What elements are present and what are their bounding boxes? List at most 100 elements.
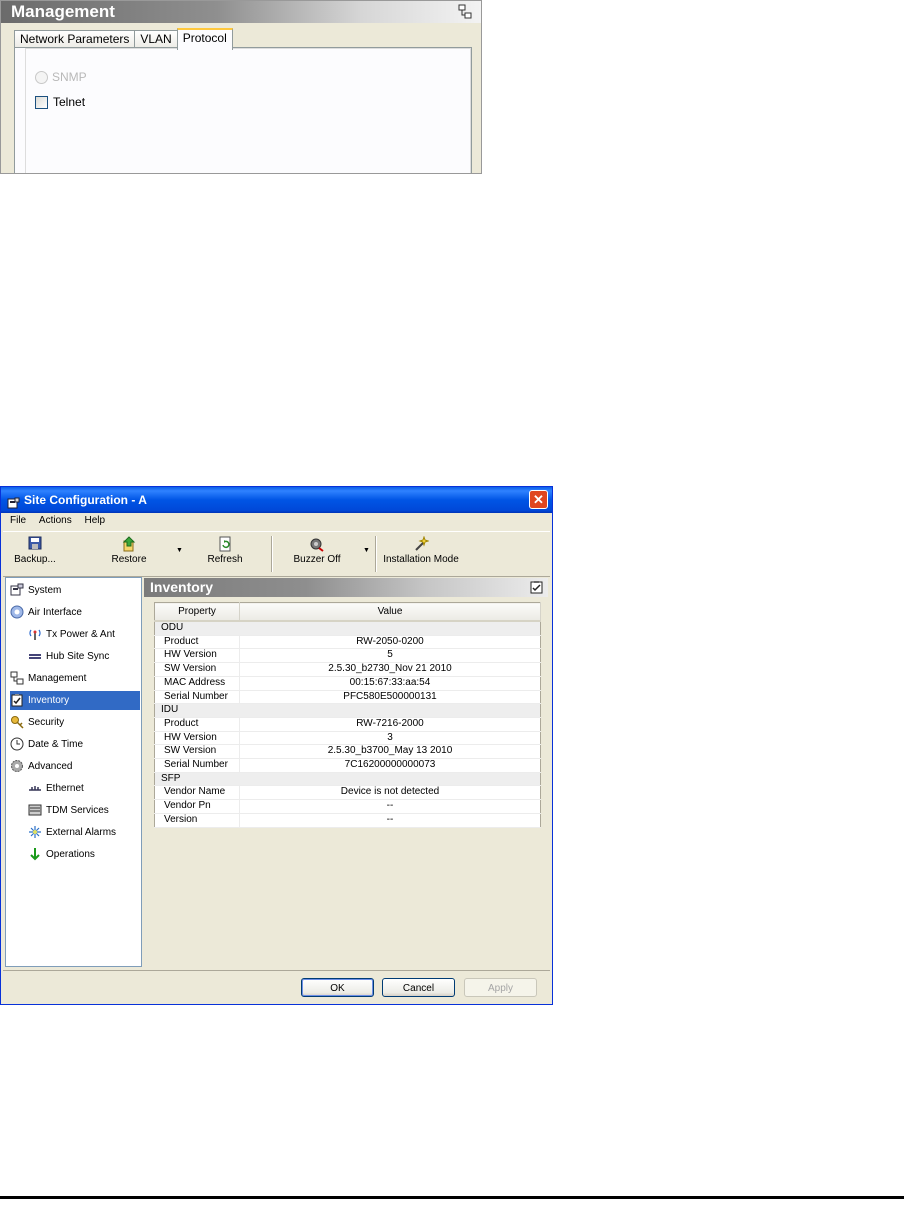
- table-row[interactable]: MAC Address 00:15:67:33:aa:54: [154, 676, 541, 691]
- snmp-label: SNMP: [52, 70, 87, 84]
- ok-button[interactable]: OK: [301, 978, 374, 997]
- tab-vlan[interactable]: VLAN: [134, 30, 178, 48]
- column-header-property[interactable]: Property: [154, 602, 240, 622]
- globe-icon: [10, 605, 24, 619]
- nav-item-ethernet[interactable]: Ethernet: [28, 779, 84, 798]
- installation-mode-button[interactable]: Installation Mode: [381, 535, 461, 565]
- snmp-radio: [35, 71, 48, 85]
- table-row[interactable]: Serial Number 7C16200000000073: [154, 758, 541, 773]
- apply-button[interactable]: Apply: [464, 978, 537, 997]
- property-cell: Vendor Pn: [154, 799, 240, 814]
- table-row[interactable]: HW Version 3: [154, 731, 541, 746]
- column-header-value[interactable]: Value: [239, 602, 541, 622]
- value-cell: PFC580E500000131: [239, 690, 541, 705]
- nav-item-hub-site-sync[interactable]: Hub Site Sync: [28, 647, 109, 666]
- table-row[interactable]: SW Version 2.5.30_b3700_May 13 2010: [154, 744, 541, 760]
- property-cell: SW Version: [154, 662, 240, 677]
- management-title-bar: Management: [1, 1, 481, 23]
- protocol-tab-body: SNMP Telnet: [14, 47, 472, 173]
- restore-button[interactable]: Restore: [107, 536, 151, 565]
- menu-help[interactable]: Help: [84, 515, 105, 526]
- group-label: ODU: [154, 621, 541, 636]
- table-row[interactable]: Vendor Pn --: [154, 799, 541, 814]
- nav-item-operations[interactable]: Operations: [28, 845, 95, 864]
- close-button[interactable]: ✕: [529, 490, 548, 509]
- cancel-button[interactable]: Cancel: [382, 978, 455, 997]
- table-row[interactable]: SW Version 2.5.30_b2730_Nov 21 2010: [154, 662, 541, 677]
- nav-item-label: Air Interface: [28, 607, 82, 618]
- nav-item-security[interactable]: Security: [10, 713, 64, 732]
- wand-icon: [381, 535, 461, 552]
- window-title-bar[interactable]: Site Configuration - A ✕: [1, 487, 552, 513]
- arrow-down-icon: [28, 847, 42, 861]
- restore-dropdown-arrow[interactable]: ▼: [176, 547, 183, 554]
- page-divider: [0, 1196, 904, 1199]
- table-row[interactable]: Version --: [154, 813, 541, 828]
- property-cell: Product: [154, 717, 240, 732]
- value-cell: 5: [239, 648, 541, 664]
- table-row[interactable]: Serial Number PFC580E500000131: [154, 690, 541, 705]
- refresh-button[interactable]: Refresh: [203, 536, 247, 565]
- property-cell: SW Version: [154, 744, 240, 760]
- network-icon: [457, 4, 473, 26]
- table-row[interactable]: Product RW-7216-2000: [154, 717, 541, 732]
- table-row[interactable]: HW Version 5: [154, 648, 541, 664]
- clock-icon: [10, 737, 24, 751]
- tab-protocol[interactable]: Protocol: [176, 28, 233, 50]
- floppy-icon: [13, 536, 57, 552]
- toolbar-separator: [375, 536, 377, 572]
- nav-item-label: TDM Services: [46, 805, 109, 816]
- telnet-checkbox[interactable]: [35, 96, 48, 110]
- value-cell: 2.5.30_b3700_May 13 2010: [239, 744, 541, 760]
- menu-bar: File Actions Help: [1, 513, 552, 529]
- nav-item-label: Date & Time: [28, 739, 84, 750]
- toolbar: Backup... Restore ▼ Refresh Buzzer Off ▼…: [3, 531, 550, 577]
- nav-item-inventory[interactable]: Inventory: [10, 691, 140, 710]
- menu-file[interactable]: File: [10, 515, 26, 526]
- telnet-label: Telnet: [53, 95, 86, 109]
- system-icon: [10, 583, 24, 597]
- buzzer-dropdown-arrow[interactable]: ▼: [363, 547, 370, 554]
- navigation-tree: System Air Interface Tx Power & Ant Hub …: [5, 577, 142, 967]
- ethernet-icon: [28, 781, 42, 795]
- table-row[interactable]: Product RW-2050-0200: [154, 635, 541, 650]
- nav-item-management[interactable]: Management: [10, 669, 86, 688]
- nav-item-system[interactable]: System: [10, 581, 61, 600]
- nav-item-label: Ethernet: [46, 783, 84, 794]
- gear-icon: [10, 759, 24, 773]
- management-panel: Management Network Parameters VLAN Proto…: [0, 0, 482, 174]
- installation-mode-label: Installation Mode: [383, 554, 459, 565]
- clipboard-icon: [10, 693, 24, 707]
- nav-item-external-alarms[interactable]: External Alarms: [28, 823, 116, 842]
- buzzer-off-button[interactable]: Buzzer Off: [292, 536, 342, 565]
- buzzer-label: Buzzer Off: [293, 554, 341, 565]
- window-title: Site Configuration - A: [24, 493, 147, 507]
- property-cell: Serial Number: [154, 690, 240, 705]
- nav-item-label: External Alarms: [46, 827, 117, 838]
- nav-item-label: Advanced: [28, 761, 73, 772]
- nav-item-tx-power-ant[interactable]: Tx Power & Ant: [28, 625, 115, 644]
- dialog-button-bar: OK Cancel Apply: [3, 970, 550, 1003]
- nav-item-label: Tx Power & Ant: [46, 629, 115, 640]
- sync-icon: [28, 649, 42, 663]
- nav-item-date-time[interactable]: Date & Time: [10, 735, 83, 754]
- value-cell: 00:15:67:33:aa:54: [239, 676, 541, 691]
- telnet-option[interactable]: Telnet: [35, 95, 86, 110]
- value-cell: Device is not detected: [239, 785, 541, 801]
- menu-actions[interactable]: Actions: [39, 515, 72, 526]
- nav-item-air-interface[interactable]: Air Interface: [10, 603, 82, 622]
- toolbar-separator: [271, 536, 273, 572]
- nav-item-label: System: [28, 585, 62, 596]
- nav-item-tdm-services[interactable]: TDM Services: [28, 801, 109, 820]
- tab-network-parameters[interactable]: Network Parameters: [14, 30, 136, 48]
- group-label: IDU: [154, 703, 541, 718]
- clipboard-icon: [530, 580, 543, 599]
- backup-button[interactable]: Backup...: [13, 536, 57, 565]
- property-cell: HW Version: [154, 648, 240, 664]
- table-row[interactable]: Vendor Name Device is not detected: [154, 785, 541, 801]
- nav-item-advanced[interactable]: Advanced: [10, 757, 72, 776]
- alarm-icon: [28, 825, 42, 839]
- tdm-icon: [28, 803, 42, 817]
- value-cell: --: [239, 799, 541, 814]
- group-row-odu: ODU: [154, 621, 541, 636]
